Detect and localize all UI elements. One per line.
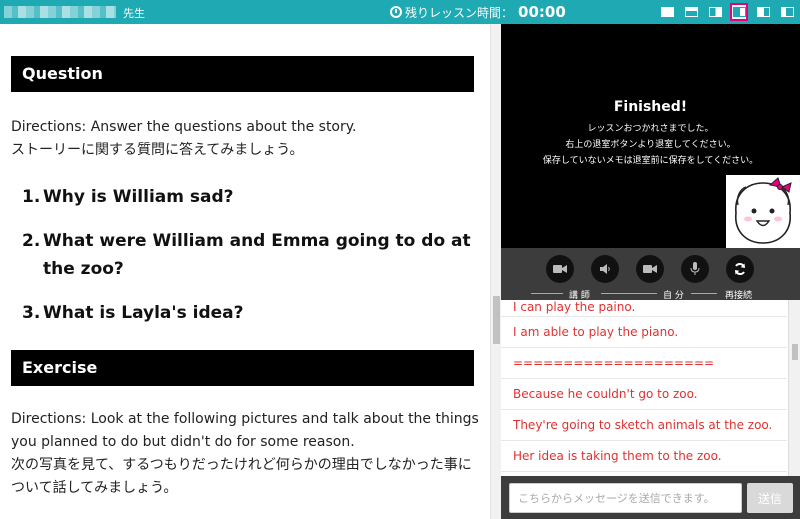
layout-top-icon[interactable] <box>682 3 700 21</box>
teacher-camera-button[interactable] <box>546 255 574 283</box>
chat-message: I am able to play the piano. <box>501 317 787 348</box>
divider <box>531 293 563 294</box>
divider <box>629 293 657 294</box>
layout-full-icon[interactable] <box>658 3 676 21</box>
question-list: 1. Why is William sad? 2. What were Will… <box>22 183 477 343</box>
teacher-name-blurred <box>4 6 116 18</box>
question-heading: Question <box>11 56 474 92</box>
question-item: 2. What were William and Emma going to d… <box>22 227 477 283</box>
finished-message: レッスンおつかれさまでした。 右上の退室ボタンより退室してください。 保存してい… <box>501 121 800 169</box>
chat-messages: I can play the paino. I am able to play … <box>501 300 787 472</box>
divider <box>691 293 717 294</box>
question-text: What is Layla's idea? <box>43 303 244 323</box>
remaining-label: 残りレッスン時間： <box>405 5 514 20</box>
chat-panel: I can play the paino. I am able to play … <box>501 300 800 476</box>
exercise-directions-ja: 次の写真を見て、するつもりだったけれど何らかの理由でしなかった事について話してみ… <box>11 457 472 496</box>
question-directions: Directions: Answer the questions about t… <box>11 116 481 162</box>
self-avatar <box>726 175 800 248</box>
teacher-volume-button[interactable] <box>591 255 619 283</box>
question-text: What were William and Emma going to do a… <box>43 231 471 279</box>
question-item: 1. Why is William sad? <box>22 183 477 211</box>
layout-list-icon[interactable] <box>754 3 772 21</box>
speaker-icon <box>600 264 610 274</box>
question-number: 3. <box>22 303 41 323</box>
layout-right-icon[interactable] <box>706 3 724 21</box>
self-camera-button[interactable] <box>636 255 664 283</box>
reconnect-button[interactable] <box>726 255 754 283</box>
exercise-directions: Directions: Look at the following pictur… <box>11 408 481 500</box>
chat-message: Because he couldn't go to zoo. <box>501 379 787 410</box>
scrollbar-thumb[interactable] <box>792 344 798 360</box>
camera-icon <box>553 265 567 273</box>
chat-message: Her idea is taking them to the zoo. <box>501 441 787 472</box>
lesson-timer: 残りレッスン時間： 00:00 <box>390 3 566 21</box>
material-scrollbar[interactable] <box>490 24 501 519</box>
message-line: レッスンおつかれさまでした。 <box>587 124 714 134</box>
question-number: 2. <box>22 231 41 251</box>
exercise-directions-en: Directions: Look at the following pictur… <box>11 411 479 450</box>
question-directions-ja: ストーリーに関する質問に答えてみましょう。 <box>11 142 304 158</box>
layout-switcher <box>658 3 796 21</box>
chat-message: ==================== <box>501 348 787 379</box>
top-bar: 先生 残りレッスン時間： 00:00 <box>0 0 800 24</box>
video-area: Finished! レッスンおつかれさまでした。 右上の退室ボタンより退室してく… <box>501 24 800 248</box>
clock-icon <box>390 6 402 18</box>
exercise-heading: Exercise <box>11 350 474 386</box>
chat-message: I can play the paino. <box>501 300 787 317</box>
finished-title: Finished! <box>613 99 688 115</box>
message-line: 保存していないメモは退室前に保存をしてください。 <box>542 156 759 166</box>
layout-split-icon[interactable] <box>730 3 748 21</box>
self-mic-button[interactable] <box>681 255 709 283</box>
scrollbar-thumb[interactable] <box>493 296 500 344</box>
question-item: 3. What is Layla's idea? <box>22 299 477 327</box>
question-directions-en: Directions: Answer the questions about t… <box>11 119 357 135</box>
refresh-icon <box>735 263 745 275</box>
lesson-material: Question Directions: Answer the question… <box>0 24 490 519</box>
chat-input-bar: 送信 <box>501 476 800 519</box>
question-text: Why is William sad? <box>43 187 234 207</box>
camera-icon <box>643 265 657 273</box>
chat-message: They're going to sketch animals at the z… <box>501 410 787 441</box>
message-line: 右上の退室ボタンより退室してください。 <box>565 140 736 150</box>
question-number: 1. <box>22 187 41 207</box>
send-button[interactable]: 送信 <box>747 483 793 513</box>
girl-avatar-icon <box>735 177 792 244</box>
remaining-time: 00:00 <box>518 3 566 21</box>
layout-side-icon[interactable] <box>778 3 796 21</box>
chat-scrollbar[interactable] <box>788 300 800 476</box>
microphone-icon <box>690 262 700 275</box>
teacher-suffix: 先生 <box>123 7 145 20</box>
chat-input[interactable] <box>509 483 742 513</box>
call-controls: 講 師 自 分 再接続 <box>501 248 800 301</box>
